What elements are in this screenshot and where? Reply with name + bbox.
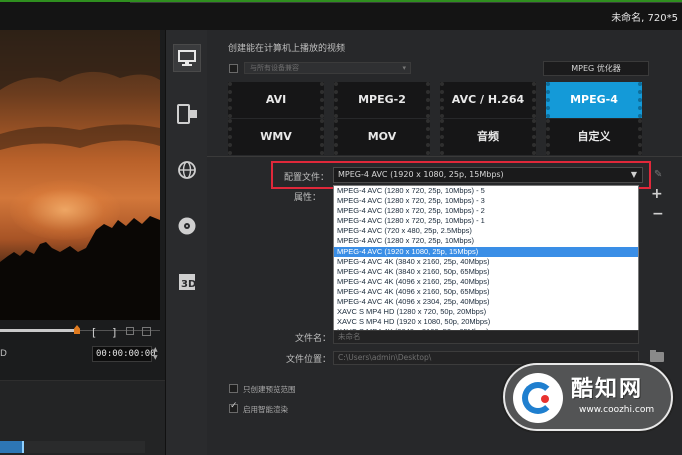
timecode-input[interactable]: 00:00:00:00 bbox=[92, 346, 156, 362]
mark-in-button[interactable]: [ bbox=[92, 326, 96, 339]
watermark: 酷知网 www.coozhi.com bbox=[503, 363, 673, 431]
file-location-label: 文件位置： bbox=[285, 355, 331, 365]
disc-icon[interactable] bbox=[173, 212, 201, 240]
profile-select-value: MPEG-4 AVC (1920 x 1080, 25p, 15Mbps) bbox=[338, 170, 504, 179]
timecode-stepper[interactable]: ▲ ▼ bbox=[153, 346, 158, 362]
duration-label: D bbox=[0, 349, 7, 359]
profile-label: 配置文件： bbox=[283, 173, 329, 183]
render-progress-bar bbox=[0, 441, 145, 453]
title-divider bbox=[130, 2, 682, 3]
preview-pane: [ ] D 00:00:00:00 ▲ ▼ bbox=[0, 30, 165, 455]
format-mpeg2-button[interactable]: MPEG-2 bbox=[334, 82, 430, 118]
profile-select[interactable]: MPEG-4 AVC (1920 x 1080, 25p, 15Mbps) ▼ bbox=[333, 167, 643, 183]
3d-icon[interactable]: 3D bbox=[173, 268, 201, 296]
compat-select-value: 与所有设备兼容 bbox=[250, 64, 299, 72]
profile-option[interactable]: XAVC S MP4 HD (1280 x 720, 50p, 20Mbps) bbox=[334, 307, 638, 317]
profile-option[interactable]: MPEG-4 AVC 4K (4096 x 2160, 50p, 65Mbps) bbox=[334, 287, 638, 297]
section-title: 创建能在计算机上播放的视频 bbox=[228, 44, 346, 54]
mpeg-optimizer-button[interactable]: MPEG 优化器 bbox=[543, 61, 649, 76]
globe-icon[interactable] bbox=[173, 156, 201, 184]
smart-render-label: 启用智能渲染 bbox=[243, 405, 288, 414]
render-progress-marker bbox=[22, 441, 24, 453]
profile-option[interactable]: MPEG-4 AVC 4K (3840 x 2160, 50p, 65Mbps) bbox=[334, 267, 638, 277]
chevron-down-icon: ▼ bbox=[630, 170, 637, 179]
profile-option[interactable]: XAVC S MP4 HD (1920 x 1080, 50p, 20Mbps) bbox=[334, 317, 638, 327]
timeline-played bbox=[0, 329, 78, 332]
format-mpeg4-button[interactable]: MPEG-4 bbox=[546, 82, 642, 118]
profile-option[interactable]: MPEG-4 AVC (1280 x 720, 25p, 10Mbps) bbox=[334, 236, 638, 246]
render-progress-fill bbox=[0, 441, 22, 453]
profile-option-selected[interactable]: MPEG-4 AVC (1920 x 1080, 25p, 15Mbps) bbox=[334, 246, 638, 257]
format-avi-button[interactable]: AVI bbox=[228, 82, 324, 118]
profile-option[interactable]: MPEG-4 AVC (720 x 480, 25p, 2.5Mbps) bbox=[334, 226, 638, 236]
profile-dropdown-list: MPEG-4 AVC (1280 x 720, 25p, 10Mbps) - 5… bbox=[333, 185, 639, 337]
logo-ring bbox=[522, 382, 554, 414]
properties-label: 属性： bbox=[293, 193, 321, 203]
watermark-url: www.coozhi.com bbox=[579, 405, 655, 415]
format-audio-button[interactable]: 音频 bbox=[440, 119, 536, 155]
logo-dot bbox=[541, 395, 549, 403]
coozhi-logo bbox=[513, 373, 563, 423]
remove-profile-button[interactable]: − bbox=[652, 206, 664, 222]
project-title: 未命名, 720*5 bbox=[611, 13, 678, 24]
profile-option[interactable]: MPEG-4 AVC (1280 x 720, 25p, 10Mbps) - 2 bbox=[334, 206, 638, 216]
monitor-icon[interactable] bbox=[173, 44, 201, 72]
preview-range-label: 只创建预览范围 bbox=[243, 385, 296, 394]
app-root: 未命名, 720*5 [ ] D 00:00:00:00 ▲ ▼ 3D 创建能在… bbox=[0, 0, 682, 455]
file-name-input[interactable]: 未命名 bbox=[333, 330, 639, 344]
format-wmv-button[interactable]: WMV bbox=[228, 119, 324, 155]
split-icon[interactable] bbox=[126, 327, 134, 335]
mark-out-button[interactable]: ] bbox=[112, 326, 116, 339]
profile-option[interactable]: MPEG-4 AVC (1280 x 720, 25p, 10Mbps) - 5 bbox=[334, 186, 638, 196]
title-bar: 未命名, 720*5 bbox=[0, 0, 682, 30]
compat-checkbox[interactable] bbox=[229, 64, 238, 73]
profile-option[interactable]: MPEG-4 AVC (1280 x 720, 25p, 10Mbps) - 3 bbox=[334, 196, 638, 206]
format-mov-button[interactable]: MOV bbox=[334, 119, 430, 155]
checkmark-icon: ✓ bbox=[230, 401, 238, 411]
output-type-sidebar: 3D bbox=[165, 30, 207, 455]
format-avc-h264-button[interactable]: AVC / H.264 bbox=[440, 82, 536, 118]
section-divider bbox=[207, 156, 682, 157]
compat-select[interactable]: 与所有设备兼容 ▾ bbox=[244, 62, 411, 74]
mobile-device-icon[interactable] bbox=[173, 100, 201, 128]
svg-text:3D: 3D bbox=[181, 279, 196, 290]
edit-profile-icon[interactable]: ✎ bbox=[654, 169, 662, 180]
profile-option[interactable]: MPEG-4 AVC 4K (4096 x 2160, 25p, 40Mbps) bbox=[334, 277, 638, 287]
preview-range-checkbox[interactable] bbox=[229, 384, 238, 393]
profile-option[interactable]: MPEG-4 AVC 4K (3840 x 2160, 25p, 40Mbps) bbox=[334, 257, 638, 267]
format-custom-button[interactable]: 自定义 bbox=[546, 119, 642, 155]
scrubber-handle[interactable] bbox=[74, 325, 80, 334]
profile-option[interactable]: MPEG-4 AVC (1280 x 720, 25p, 10Mbps) - 1 bbox=[334, 216, 638, 226]
video-preview bbox=[0, 30, 160, 320]
watermark-name: 酷知网 bbox=[571, 377, 644, 402]
chevron-down-icon: ▾ bbox=[402, 64, 406, 72]
add-profile-button[interactable]: + bbox=[651, 186, 663, 202]
profile-option[interactable]: MPEG-4 AVC 4K (4096 x 2304, 25p, 40Mbps) bbox=[334, 297, 638, 307]
folder-icon[interactable] bbox=[650, 350, 664, 362]
file-name-label: 文件名： bbox=[294, 334, 331, 344]
copy-icon[interactable] bbox=[142, 327, 151, 336]
sunset-image bbox=[0, 30, 160, 320]
